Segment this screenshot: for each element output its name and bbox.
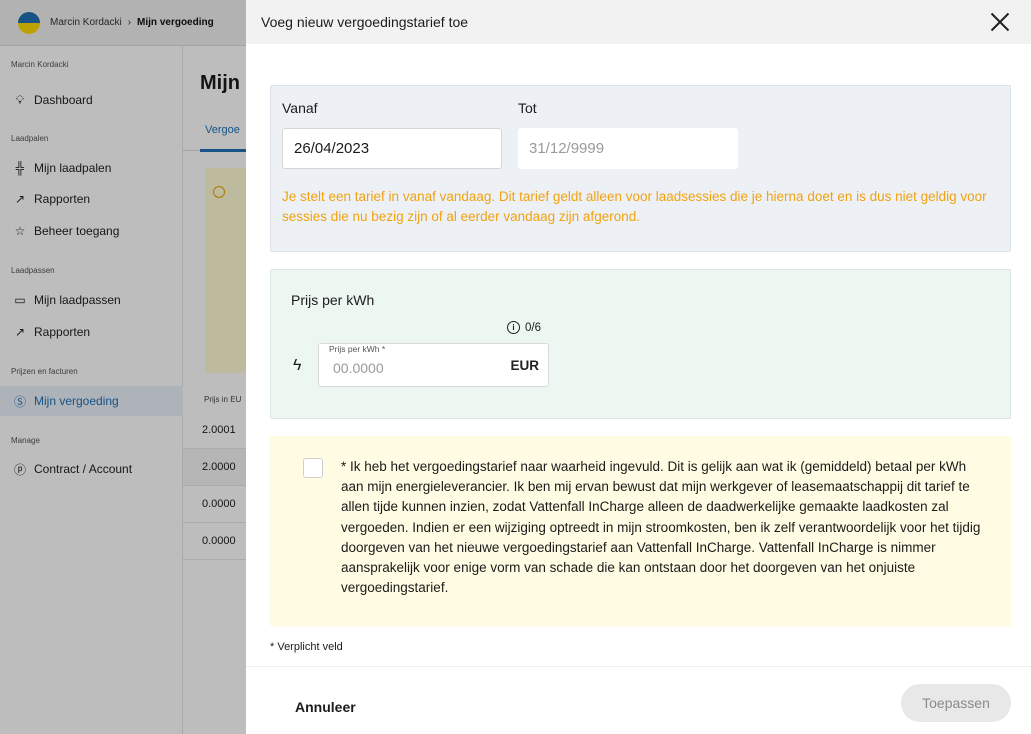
consent-checkbox[interactable] [303, 458, 323, 478]
price-input-placeholder: 00.0000 [333, 360, 384, 376]
apply-button[interactable]: Toepassen [901, 684, 1011, 722]
drawer-title: Voeg nieuw vergoedingstarief toe [261, 14, 469, 30]
character-counter: i 0/6 [507, 321, 541, 334]
add-tariff-drawer: Voeg nieuw vergoedingstarief toe Vanaf T… [246, 0, 1031, 734]
warning-text: Je stelt een tarief in vanaf vandaag. Di… [282, 189, 987, 224]
consent-section: * Ik heb het vergoedingstarief naar waar… [270, 436, 1011, 626]
price-section-title: Prijs per kWh [291, 292, 375, 308]
consent-text: * Ik heb het vergoedingstarief naar waar… [341, 459, 981, 596]
price-per-kwh-input[interactable]: Prijs per kWh * 00.0000 EUR [318, 343, 549, 387]
counter-value: 0/6 [525, 321, 541, 334]
currency-unit: EUR [510, 358, 539, 373]
lightning-icon: ϟ [293, 357, 302, 374]
price-section: Prijs per kWh i 0/6 ϟ Prijs per kWh * 00… [270, 269, 1011, 419]
required-field-note: * Verplicht veld [270, 641, 343, 653]
price-input-label: Prijs per kWh * [329, 344, 386, 354]
date-range-section: Vanaf Tot 26/04/2023 31/12/9999 Je stelt… [270, 85, 1011, 252]
close-icon[interactable] [989, 11, 1011, 33]
drawer-header: Voeg nieuw vergoedingstarief toe [246, 0, 1031, 44]
cancel-button[interactable]: Annuleer [295, 699, 356, 715]
drawer-footer: Annuleer Toepassen [246, 666, 1031, 734]
from-label: Vanaf [282, 100, 318, 116]
from-date-input[interactable]: 26/04/2023 [282, 128, 502, 169]
to-date-input: 31/12/9999 [518, 128, 738, 169]
to-label: Tot [518, 100, 537, 116]
info-icon: i [507, 321, 520, 334]
